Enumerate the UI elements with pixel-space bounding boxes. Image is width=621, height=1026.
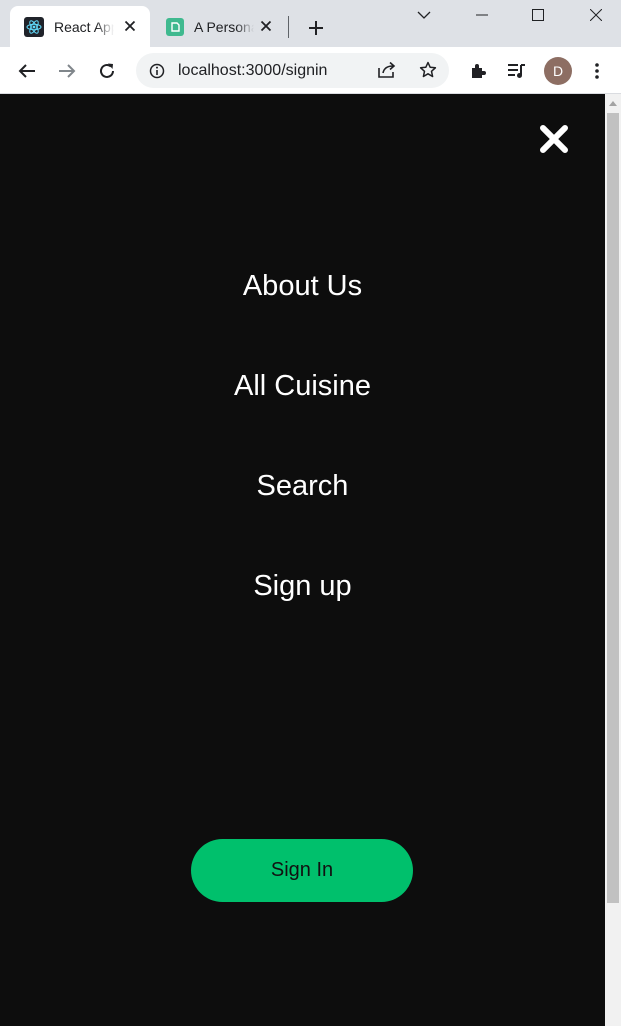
reload-icon[interactable]	[92, 56, 122, 86]
share-icon[interactable]	[377, 61, 397, 84]
tab-search-chevron-icon[interactable]	[402, 0, 446, 30]
menu-item-about-us[interactable]: About Us	[0, 270, 605, 303]
scrollbar-thumb[interactable]	[607, 113, 619, 903]
menu-item-sign-up[interactable]: Sign up	[0, 570, 605, 603]
close-icon[interactable]	[258, 18, 274, 34]
maximize-icon[interactable]	[516, 0, 560, 30]
more-menu-icon[interactable]	[582, 56, 612, 86]
extensions-puzzle-icon[interactable]	[463, 56, 493, 86]
profile-avatar[interactable]: D	[544, 57, 572, 85]
tab-separator	[288, 16, 289, 38]
tab-title: A Personal	[194, 18, 254, 35]
page-viewport: About Us All Cuisine Search Sign up Sign…	[0, 94, 605, 1026]
back-arrow-icon[interactable]	[12, 56, 42, 86]
media-queue-icon[interactable]	[502, 56, 532, 86]
menu-item-search[interactable]: Search	[0, 470, 605, 503]
tab-react-app[interactable]: React App	[10, 6, 150, 47]
minimize-icon[interactable]	[460, 0, 504, 30]
browser-toolbar: localhost:3000/signin D	[0, 47, 621, 94]
tab-title: React App	[54, 18, 114, 35]
react-logo-icon	[24, 16, 44, 37]
bookmark-star-icon[interactable]	[419, 61, 437, 84]
forward-arrow-icon[interactable]	[52, 56, 82, 86]
menu-item-all-cuisine[interactable]: All Cuisine	[0, 370, 605, 403]
sign-in-button[interactable]: Sign In	[191, 839, 413, 902]
close-icon[interactable]	[122, 18, 138, 34]
scroll-up-arrow-icon[interactable]	[605, 94, 621, 111]
address-bar[interactable]: localhost:3000/signin	[136, 53, 449, 88]
window-close-icon[interactable]	[574, 0, 618, 30]
url-text: localhost:3000/signin	[178, 61, 328, 79]
new-tab-icon[interactable]	[302, 14, 330, 42]
page-scrollbar[interactable]	[605, 94, 621, 1026]
tab-a-personal[interactable]: A Personal	[152, 6, 286, 47]
close-menu-icon[interactable]	[537, 122, 571, 156]
tab-strip: React App A Personal	[0, 0, 621, 47]
app-favicon-icon	[166, 17, 184, 36]
info-icon[interactable]	[149, 63, 165, 79]
